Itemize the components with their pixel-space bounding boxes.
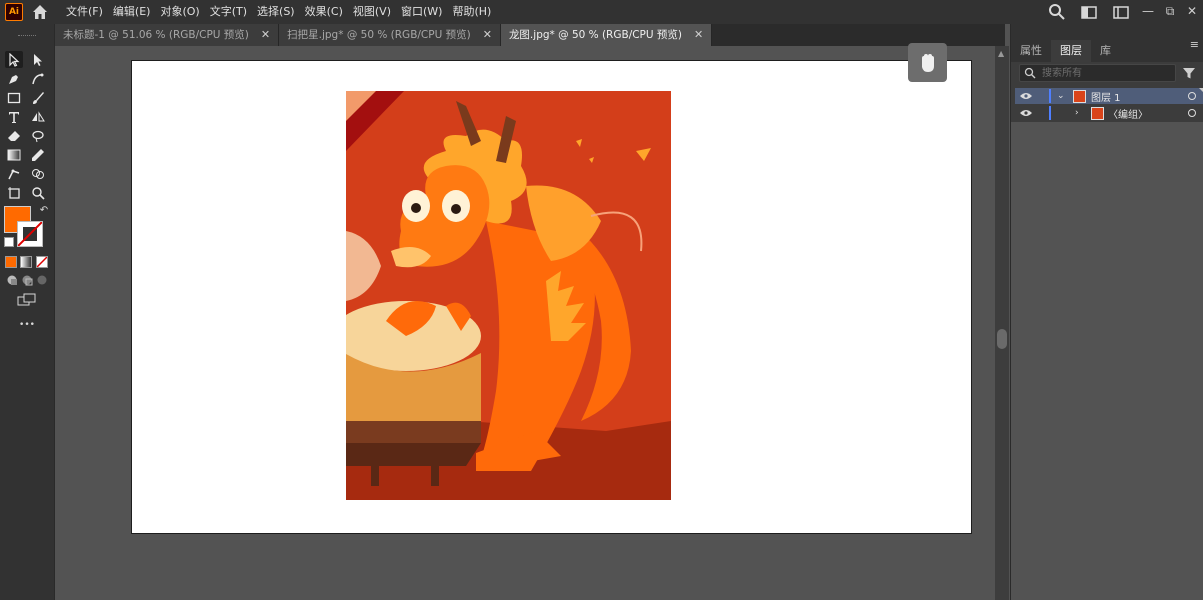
search-icon bbox=[1024, 67, 1036, 79]
eyedropper-tool-icon[interactable] bbox=[29, 146, 47, 163]
selection-corner-indicator bbox=[1199, 88, 1203, 93]
layer-search-input[interactable]: 搜索所有 bbox=[1019, 64, 1176, 82]
vertical-scrollbar[interactable]: ▲ bbox=[995, 46, 1009, 600]
filter-icon[interactable] bbox=[1182, 66, 1196, 80]
layer-thumbnail bbox=[1073, 89, 1086, 103]
screen-mode-icon[interactable] bbox=[16, 291, 38, 308]
type-tool-icon[interactable] bbox=[5, 108, 23, 125]
app-logo: Ai bbox=[5, 3, 23, 21]
artboard[interactable] bbox=[131, 60, 972, 534]
menubar-right: — ⧉ ✕ bbox=[1041, 0, 1203, 24]
document-tabs: 未标题-1 @ 51.06 % (RGB/CPU 预览) ✕ 扫把星.jpg* … bbox=[55, 24, 1005, 46]
edit-toolbar-button[interactable]: ••• bbox=[16, 316, 38, 333]
restore-button[interactable]: ⧉ bbox=[1159, 5, 1181, 19]
default-colors-icon[interactable] bbox=[4, 237, 14, 247]
eraser-tool-icon[interactable] bbox=[5, 127, 23, 144]
close-tab-icon[interactable]: ✕ bbox=[694, 24, 703, 46]
gradient-tool-icon[interactable] bbox=[5, 146, 23, 163]
menu-file[interactable]: 文件(F) bbox=[61, 0, 108, 24]
menu-edit[interactable]: 编辑(E) bbox=[108, 0, 156, 24]
panel-tabs: 属性 图层 库 ≡ bbox=[1011, 24, 1203, 62]
direct-selection-tool-icon[interactable] bbox=[29, 51, 47, 68]
menu-type[interactable]: 文字(T) bbox=[205, 0, 252, 24]
layer-color-bar bbox=[1049, 89, 1051, 103]
visibility-eye-icon[interactable] bbox=[1020, 92, 1032, 100]
close-window-button[interactable]: ✕ bbox=[1181, 5, 1203, 19]
menu-help[interactable]: 帮助(H) bbox=[447, 0, 496, 24]
layers-empty-area bbox=[1011, 122, 1203, 600]
close-tab-icon[interactable]: ✕ bbox=[483, 24, 492, 46]
menu-bar: Ai 文件(F) 编辑(E) 对象(O) 文字(T) 选择(S) 效果(C) 视… bbox=[0, 0, 1203, 24]
layer-thumbnail bbox=[1091, 106, 1104, 120]
stroke-color-swatch[interactable] bbox=[17, 221, 43, 247]
arrange-documents-icon[interactable] bbox=[1111, 2, 1131, 22]
rectangle-tool-icon[interactable] bbox=[5, 89, 23, 106]
puppet-warp-tool-icon[interactable] bbox=[5, 165, 23, 182]
menu-window[interactable]: 窗口(W) bbox=[396, 0, 447, 24]
tab-document-3[interactable]: 龙图.jpg* @ 50 % (RGB/CPU 预览) ✕ bbox=[500, 24, 713, 46]
minimize-button[interactable]: — bbox=[1137, 5, 1159, 19]
layer-name[interactable]: 图层 1 bbox=[1091, 89, 1121, 104]
menu-effect[interactable]: 效果(C) bbox=[300, 0, 348, 24]
scroll-up-icon[interactable]: ▲ bbox=[998, 49, 1004, 58]
toolbar-grip[interactable] bbox=[18, 35, 36, 37]
dragon-artwork-image[interactable] bbox=[331, 91, 671, 500]
menu-items: 文件(F) 编辑(E) 对象(O) 文字(T) 选择(S) 效果(C) 视图(V… bbox=[61, 0, 496, 24]
reflect-tool-icon[interactable] bbox=[29, 108, 47, 125]
canvas-area[interactable] bbox=[55, 43, 995, 600]
shape-builder-tool-icon[interactable] bbox=[29, 165, 47, 182]
layer-name[interactable]: 〈编组〉 bbox=[1108, 106, 1148, 121]
close-tab-icon[interactable]: ✕ bbox=[261, 24, 270, 46]
tools-panel: ↶ ••• bbox=[0, 24, 55, 600]
color-mode-icon[interactable] bbox=[5, 256, 17, 268]
tab-properties[interactable]: 属性 bbox=[1011, 40, 1051, 62]
chevron-right-icon[interactable]: › bbox=[1075, 108, 1079, 118]
home-icon[interactable] bbox=[29, 2, 51, 22]
tab-label: 扫把星.jpg* @ 50 % (RGB/CPU 预览) bbox=[287, 29, 471, 41]
none-mode-icon[interactable] bbox=[36, 256, 48, 268]
layer-color-bar bbox=[1049, 106, 1051, 120]
workspace-switcher-icon[interactable] bbox=[1079, 2, 1099, 22]
scroll-thumb[interactable] bbox=[997, 329, 1007, 349]
zoom-tool-icon[interactable] bbox=[29, 184, 47, 201]
selection-tool-icon[interactable] bbox=[5, 51, 23, 68]
tab-document-1[interactable]: 未标题-1 @ 51.06 % (RGB/CPU 预览) ✕ bbox=[55, 24, 280, 46]
layer-search-row: 搜索所有 bbox=[1019, 64, 1199, 82]
draw-inside-icon[interactable] bbox=[33, 271, 51, 288]
chevron-down-icon[interactable]: ⌄ bbox=[1057, 91, 1065, 101]
visibility-eye-icon[interactable] bbox=[1020, 109, 1032, 117]
hand-tool-icon[interactable] bbox=[908, 43, 947, 82]
curvature-tool-icon[interactable] bbox=[29, 70, 47, 87]
tab-label: 龙图.jpg* @ 50 % (RGB/CPU 预览) bbox=[508, 29, 683, 41]
paintbrush-tool-icon[interactable] bbox=[29, 89, 47, 106]
search-icon[interactable] bbox=[1047, 2, 1067, 22]
menu-object[interactable]: 对象(O) bbox=[155, 0, 204, 24]
pen-tool-icon[interactable] bbox=[5, 70, 23, 87]
menu-select[interactable]: 选择(S) bbox=[252, 0, 300, 24]
layer-row[interactable]: › 〈编组〉 bbox=[1015, 105, 1203, 121]
lasso-tool-icon[interactable] bbox=[29, 127, 47, 144]
swap-colors-icon[interactable]: ↶ bbox=[35, 202, 53, 219]
panel-menu-icon[interactable]: ≡ bbox=[1190, 38, 1199, 51]
gradient-mode-icon[interactable] bbox=[20, 256, 32, 268]
target-circle-icon[interactable] bbox=[1188, 109, 1196, 117]
menu-view[interactable]: 视图(V) bbox=[348, 0, 396, 24]
layers-panel: 属性 图层 库 ≡ 搜索所有 ⌄ 图层 1 › 〈编组〉 bbox=[1010, 24, 1203, 600]
layer-row[interactable]: ⌄ 图层 1 bbox=[1015, 88, 1203, 104]
target-circle-icon[interactable] bbox=[1188, 92, 1196, 100]
artboard-tool-icon[interactable] bbox=[5, 184, 23, 201]
tab-libraries[interactable]: 库 bbox=[1091, 40, 1120, 62]
tab-document-2[interactable]: 扫把星.jpg* @ 50 % (RGB/CPU 预览) ✕ bbox=[279, 24, 501, 46]
tab-layers[interactable]: 图层 bbox=[1051, 40, 1091, 62]
tab-label: 未标题-1 @ 51.06 % (RGB/CPU 预览) bbox=[63, 29, 249, 41]
